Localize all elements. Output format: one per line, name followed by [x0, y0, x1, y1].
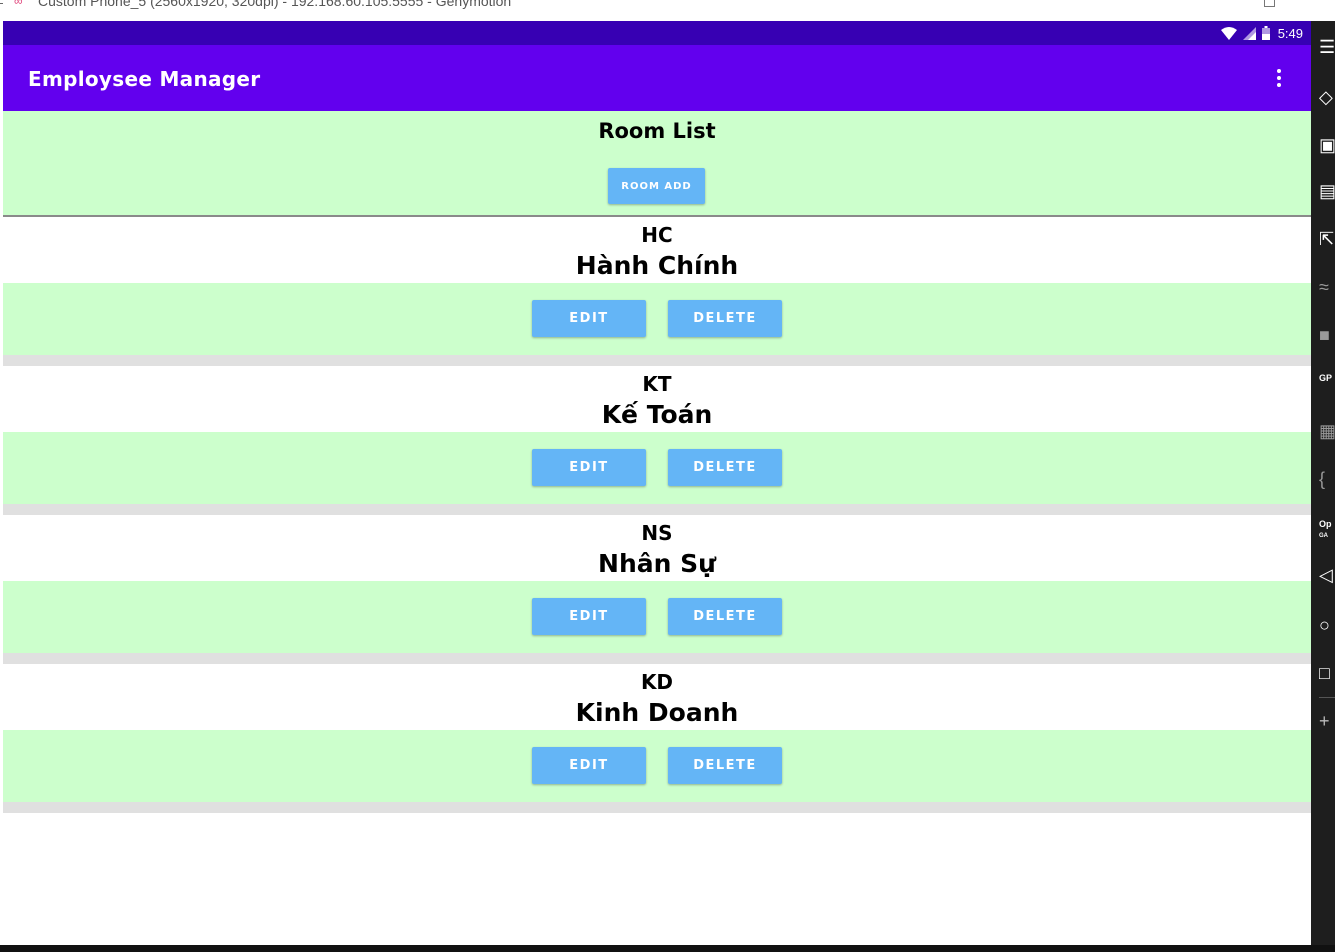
room-name: Hành Chính — [575, 251, 739, 280]
delete-button[interactable]: DELETE — [668, 747, 782, 784]
bottom-edge — [0, 945, 1335, 952]
code-icon[interactable]: { — [1319, 467, 1335, 491]
delete-button[interactable]: DELETE — [668, 300, 782, 337]
more-vert-icon[interactable] — [1269, 67, 1289, 91]
maximize-button[interactable] — [1264, 0, 1275, 7]
volume-up-icon[interactable]: + — [1319, 709, 1335, 733]
list-item: KT Kế Toán EDIT DELETE — [3, 366, 1311, 515]
back-icon[interactable]: ◁ — [1319, 563, 1335, 587]
toolbar-divider — [1319, 697, 1335, 698]
status-time: 5:49 — [1277, 25, 1303, 41]
room-name: Kế Toán — [601, 400, 713, 429]
divider — [3, 355, 1311, 366]
room-code: KD — [640, 670, 674, 694]
room-list-content: Room List ROOM ADD HC Hành Chính EDIT DE… — [3, 111, 1311, 813]
gps-label: GP — [1319, 373, 1333, 383]
edit-button[interactable]: EDIT — [532, 449, 646, 486]
room-actions: EDIT DELETE — [3, 730, 1311, 802]
wifi-icon — [1220, 26, 1237, 40]
list-item: NS Nhân Sự EDIT DELETE — [3, 515, 1311, 664]
room-name: Nhân Sự — [598, 549, 716, 578]
device-screen: 5:49 Employsee Manager Room List ROOM AD… — [3, 21, 1311, 945]
network-icon[interactable]: ≈ — [1319, 275, 1335, 299]
zoom-icon[interactable]: ⇱ — [1319, 227, 1335, 251]
gps-icon[interactable]: GP — [1319, 373, 1335, 397]
room-actions: EDIT DELETE — [3, 283, 1311, 355]
genymotion-logo-icon: ∞ — [14, 0, 23, 8]
opengapps-label: Op — [1319, 519, 1332, 529]
room-code: HC — [641, 223, 673, 247]
emulator-side-toolbar: ☰ ◇ ▣ ▤ ⇱ ≈ ■ GP ▦ { Op GA ◁ ○ □ + — [1311, 21, 1335, 945]
opengapps-icon[interactable]: Op GA — [1319, 519, 1335, 543]
identifiers-icon[interactable]: ▤ — [1319, 179, 1335, 203]
battery-icon — [1261, 26, 1270, 40]
list-item: HC Hành Chính EDIT DELETE — [3, 217, 1311, 366]
delete-button[interactable]: DELETE — [668, 598, 782, 635]
room-actions: EDIT DELETE — [3, 432, 1311, 504]
status-bar: 5:49 — [3, 21, 1311, 45]
edit-button[interactable]: EDIT — [532, 300, 646, 337]
home-icon[interactable]: ○ — [1319, 613, 1335, 637]
room-actions: EDIT DELETE — [3, 581, 1311, 653]
menu-icon[interactable]: ☰ — [1319, 35, 1335, 59]
app-bar: Employsee Manager — [3, 45, 1311, 111]
edit-button[interactable]: EDIT — [532, 747, 646, 784]
list-item: KD Kinh Doanh EDIT DELETE — [3, 664, 1311, 813]
window-titlebar: ∞ Custom Phone_5 (2560x1920, 320dpi) - 1… — [0, 0, 1335, 21]
page-title: Room List — [598, 119, 716, 143]
camera-icon[interactable]: ▣ — [1319, 133, 1335, 157]
divider — [3, 653, 1311, 664]
window-title: Custom Phone_5 (2560x1920, 320dpi) - 192… — [38, 0, 512, 9]
divider — [3, 504, 1311, 515]
rotate-icon[interactable]: ◇ — [1319, 85, 1335, 109]
delete-button[interactable]: DELETE — [668, 449, 782, 486]
divider — [3, 802, 1311, 813]
room-code: KT — [642, 372, 672, 396]
opengapps-sub-label: GA — [1319, 533, 1328, 539]
recent-apps-icon[interactable]: □ — [1319, 661, 1335, 685]
signal-icon — [1242, 26, 1256, 40]
room-add-button[interactable]: ROOM ADD — [608, 168, 705, 204]
room-name: Kinh Doanh — [575, 698, 739, 727]
edge-mark — [0, 3, 3, 4]
room-list-header: Room List ROOM ADD — [3, 111, 1311, 217]
status-icons: 5:49 — [1220, 21, 1303, 45]
edit-button[interactable]: EDIT — [532, 598, 646, 635]
storage-icon[interactable]: ■ — [1319, 323, 1335, 347]
media-icon[interactable]: ▦ — [1319, 419, 1335, 443]
app-title: Employsee Manager — [28, 67, 261, 91]
room-code: NS — [641, 521, 673, 545]
